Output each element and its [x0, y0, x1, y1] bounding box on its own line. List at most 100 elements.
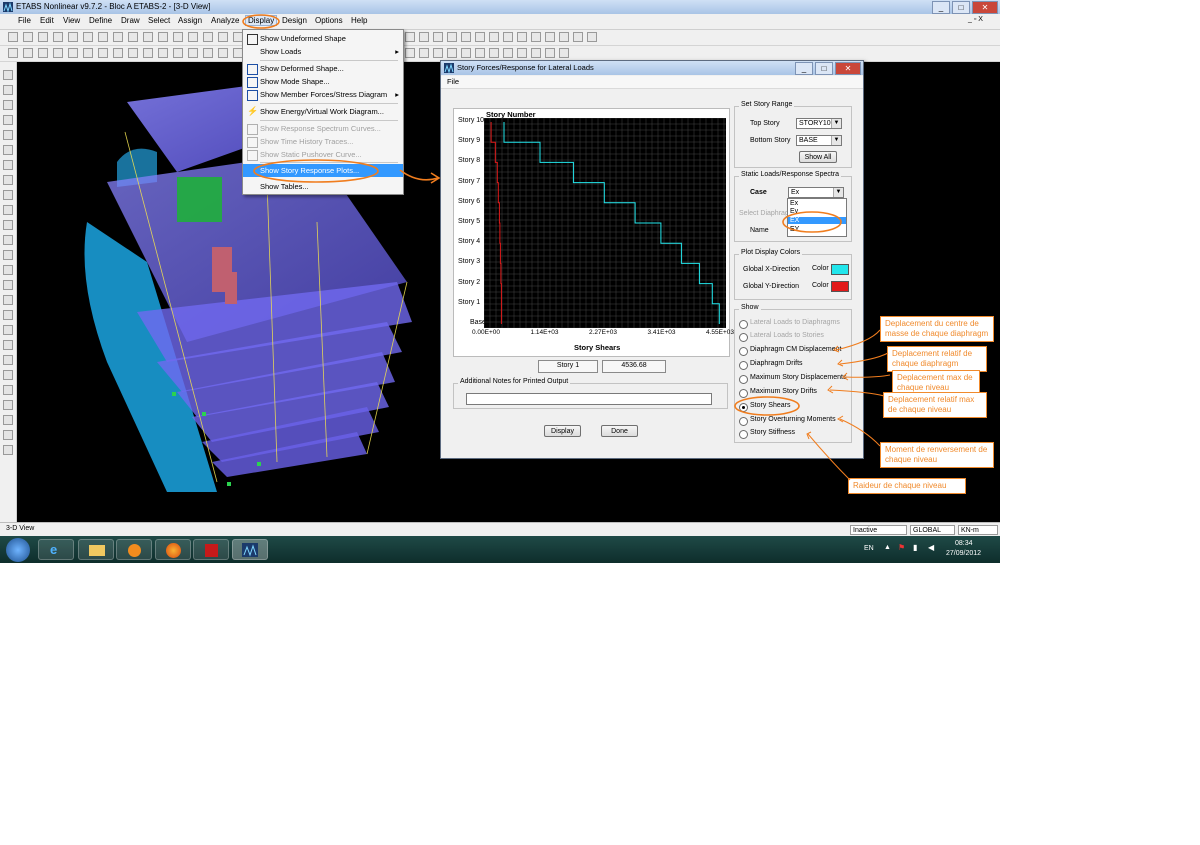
toolbar-button[interactable] [503, 32, 513, 42]
toolbar-button[interactable] [83, 32, 93, 42]
left-toolbar-button[interactable] [3, 355, 13, 365]
top-story-select[interactable]: STORY10 ▼ [796, 118, 842, 129]
acrobat-taskbar-icon[interactable] [193, 539, 229, 560]
toolbar-button[interactable] [23, 32, 33, 42]
left-toolbar-button[interactable] [3, 115, 13, 125]
left-toolbar-button[interactable] [3, 295, 13, 305]
toolbar-button[interactable] [218, 48, 228, 58]
toolbar-button[interactable] [173, 48, 183, 58]
toolbar-button[interactable] [489, 48, 499, 58]
dialog-maximize-button[interactable]: □ [815, 62, 833, 75]
menu-select[interactable]: Select [148, 16, 170, 25]
start-button[interactable] [6, 538, 30, 562]
left-toolbar-button[interactable] [3, 160, 13, 170]
dialog-menu-file[interactable]: File [447, 77, 459, 86]
media-player-taskbar-icon[interactable] [116, 539, 152, 560]
toolbar-button[interactable] [8, 48, 18, 58]
menu-item-energy-diagram[interactable]: ⚡ Show Energy/Virtual Work Diagram... [243, 105, 403, 118]
toolbar-button[interactable] [559, 32, 569, 42]
display-button[interactable]: Display [544, 425, 581, 437]
minimize-button[interactable]: _ [932, 1, 950, 14]
menu-item-mode-shape[interactable]: Show Mode Shape... [243, 75, 403, 88]
volume-icon[interactable]: ◀ [928, 543, 934, 552]
toolbar-button[interactable] [53, 32, 63, 42]
menu-item-deformed-shape[interactable]: Show Deformed Shape... [243, 62, 403, 75]
left-toolbar-button[interactable] [3, 205, 13, 215]
toolbar-button[interactable] [143, 48, 153, 58]
left-toolbar-button[interactable] [3, 265, 13, 275]
case-option[interactable]: Ex [790, 200, 798, 207]
left-toolbar-button[interactable] [3, 445, 13, 455]
toolbar-button[interactable] [68, 48, 78, 58]
toolbar-button[interactable] [38, 48, 48, 58]
left-toolbar-button[interactable] [3, 385, 13, 395]
maximize-button[interactable]: □ [952, 1, 970, 14]
toolbar-button[interactable] [517, 32, 527, 42]
notes-input[interactable] [466, 393, 712, 405]
menu-design[interactable]: Design [282, 16, 307, 25]
toolbar-button[interactable] [38, 32, 48, 42]
x-color-swatch[interactable] [831, 264, 849, 275]
bottom-story-select[interactable]: BASE ▼ [796, 135, 842, 146]
show-all-button[interactable]: Show All [799, 151, 837, 163]
mdi-controls[interactable]: _ ▫ X [968, 16, 983, 23]
left-toolbar-button[interactable] [3, 325, 13, 335]
left-toolbar-button[interactable] [3, 310, 13, 320]
toolbar-button[interactable] [8, 32, 18, 42]
toolbar-button[interactable] [461, 48, 471, 58]
toolbar-button[interactable] [113, 32, 123, 42]
menu-options[interactable]: Options [315, 16, 343, 25]
done-button[interactable]: Done [601, 425, 638, 437]
toolbar-button[interactable] [128, 32, 138, 42]
menu-analyze[interactable]: Analyze [211, 16, 239, 25]
status-mode-select[interactable]: Inactive [850, 525, 907, 535]
toolbar-button[interactable] [573, 32, 583, 42]
left-toolbar-button[interactable] [3, 280, 13, 290]
clock-date[interactable]: 27/09/2012 [946, 550, 981, 557]
coord-system-select[interactable]: GLOBAL [910, 525, 955, 535]
left-toolbar-button[interactable] [3, 430, 13, 440]
toolbar-button[interactable] [188, 48, 198, 58]
left-toolbar-button[interactable] [3, 175, 13, 185]
toolbar-button[interactable] [173, 32, 183, 42]
toolbar-button[interactable] [203, 32, 213, 42]
left-toolbar-button[interactable] [3, 340, 13, 350]
left-toolbar-button[interactable] [3, 190, 13, 200]
toolbar-button[interactable] [489, 32, 499, 42]
toolbar-button[interactable] [559, 48, 569, 58]
tray-arrow-icon[interactable]: ▲ [884, 544, 891, 551]
menu-help[interactable]: Help [351, 16, 367, 25]
toolbar-button[interactable] [203, 48, 213, 58]
menu-define[interactable]: Define [89, 16, 112, 25]
toolbar-button[interactable] [447, 32, 457, 42]
network-icon[interactable]: ▮ [913, 543, 917, 552]
menu-item-undeformed-shape[interactable]: Show Undeformed Shape [243, 32, 403, 45]
left-toolbar-button[interactable] [3, 85, 13, 95]
dialog-minimize-button[interactable]: _ [795, 62, 813, 75]
toolbar-button[interactable] [405, 48, 415, 58]
left-toolbar-button[interactable] [3, 220, 13, 230]
left-toolbar-button[interactable] [3, 130, 13, 140]
left-toolbar-button[interactable] [3, 250, 13, 260]
toolbar-button[interactable] [447, 48, 457, 58]
menu-file[interactable]: File [18, 16, 31, 25]
toolbar-button[interactable] [531, 32, 541, 42]
left-toolbar-button[interactable] [3, 235, 13, 245]
dialog-close-button[interactable]: ✕ [835, 62, 861, 75]
left-toolbar-button[interactable] [3, 70, 13, 80]
toolbar-button[interactable] [23, 48, 33, 58]
tray-alert-icon[interactable]: ⚑ [898, 543, 905, 552]
toolbar-button[interactable] [98, 32, 108, 42]
clock-time[interactable]: 08:34 [955, 540, 973, 547]
toolbar-button[interactable] [405, 32, 415, 42]
toolbar-button[interactable] [433, 32, 443, 42]
toolbar-button[interactable] [113, 48, 123, 58]
toolbar-button[interactable] [517, 48, 527, 58]
toolbar-button[interactable] [218, 32, 228, 42]
left-toolbar-button[interactable] [3, 100, 13, 110]
units-select[interactable]: KN-m [958, 525, 998, 535]
y-color-swatch[interactable] [831, 281, 849, 292]
toolbar-button[interactable] [419, 48, 429, 58]
menu-draw[interactable]: Draw [121, 16, 140, 25]
story-shear-chart[interactable] [484, 118, 726, 328]
